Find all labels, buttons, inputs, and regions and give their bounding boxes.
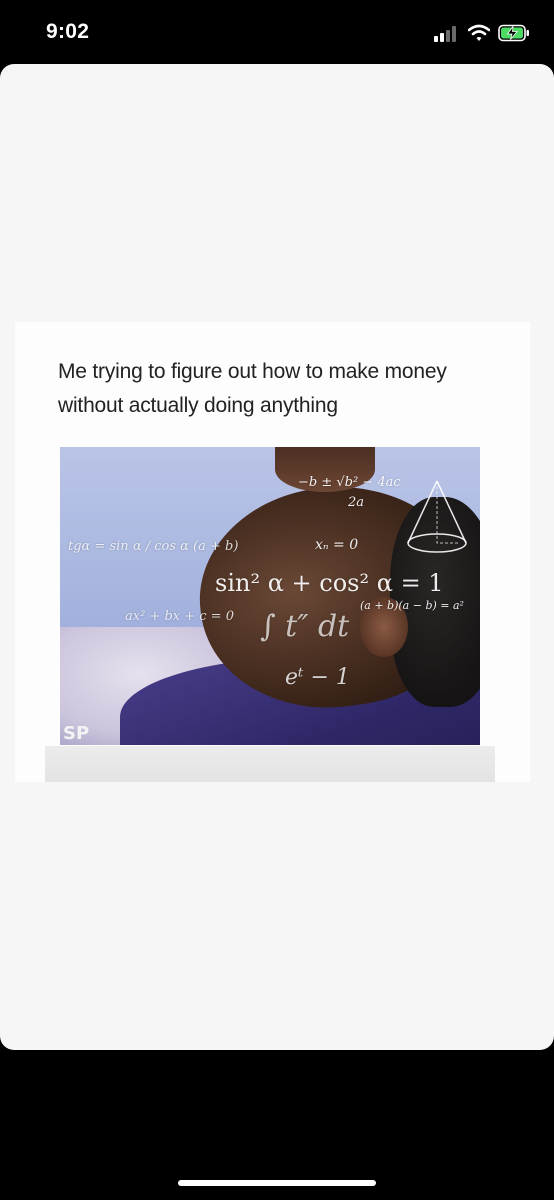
formula-polynomial: ax² + bx + c = 0 xyxy=(125,609,234,624)
home-indicator[interactable] xyxy=(178,1180,376,1186)
cone-diagram-icon xyxy=(407,480,467,553)
signal-icon xyxy=(434,26,460,42)
formula-root: xₙ = 0 xyxy=(315,537,359,553)
wifi-icon xyxy=(468,24,490,41)
battery-charging-icon xyxy=(498,24,529,42)
content-sheet: Me trying to figure out how to make mone… xyxy=(0,64,554,1050)
status-time: 9:02 xyxy=(46,20,90,43)
formula-integral-denominator: eᵗ − 1 xyxy=(285,665,350,690)
formula-quadratic-denominator: 2a xyxy=(348,495,365,510)
formula-quadratic-numerator: −b ± √b² − 4ac xyxy=(298,475,401,490)
formula-integral: ∫ t″ dt xyxy=(260,609,350,644)
formula-tangent: tgα = sin α / cos α (a + b) xyxy=(68,539,239,554)
meme-bottom-strip xyxy=(45,746,495,782)
formula-trig-identity: sin² α + cos² α = 1 xyxy=(215,569,444,597)
meme-photo: −b ± √b² − 4ac 2a tgα = sin α / cos α (a… xyxy=(60,447,480,745)
meme-card[interactable]: Me trying to figure out how to make mone… xyxy=(15,322,530,782)
formula-difference-of-squares: (a + b)(a − b) = a² xyxy=(360,599,464,612)
watermark: SP xyxy=(63,723,90,744)
status-bar: 9:02 xyxy=(0,0,554,64)
meme-caption: Me trying to figure out how to make mone… xyxy=(58,360,447,417)
